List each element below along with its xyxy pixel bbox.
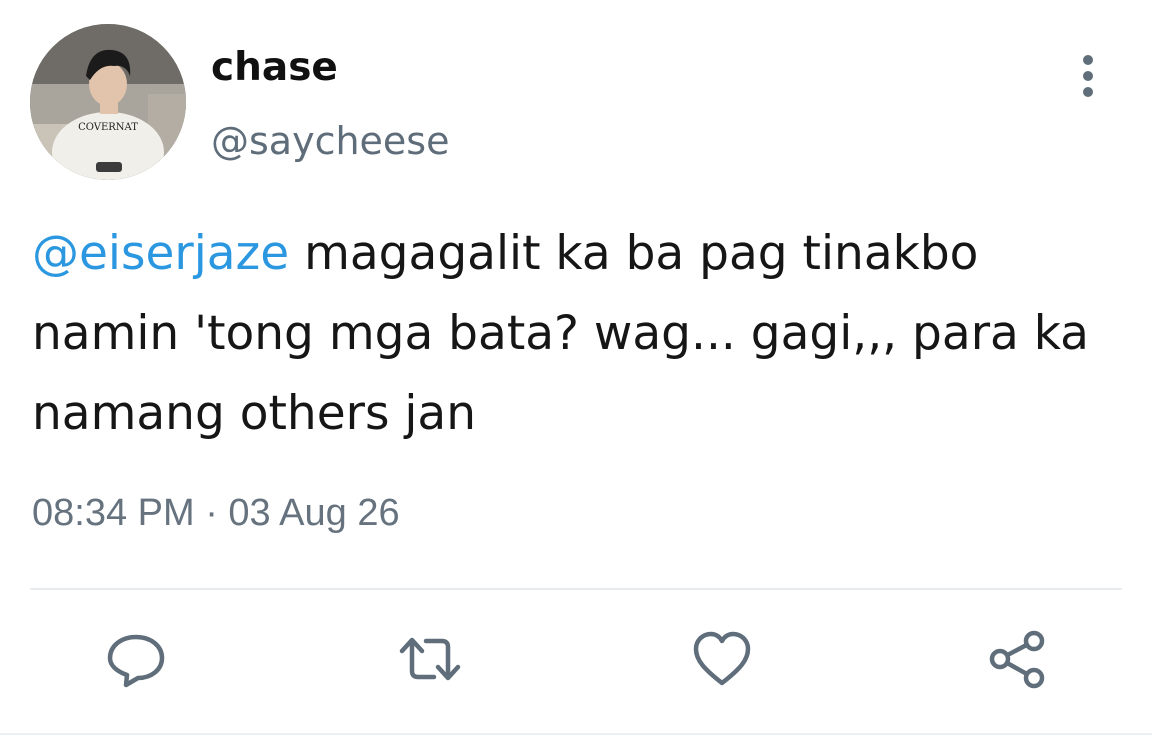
heart-icon xyxy=(693,631,751,686)
more-vertical-icon xyxy=(1083,55,1093,97)
tweet-text: @eiserjaze magagalit ka ba pag tinakbo n… xyxy=(32,214,1127,454)
avatar[interactable]: COVERNAT xyxy=(30,24,186,180)
reply-button[interactable] xyxy=(104,627,168,691)
retweet-icon xyxy=(399,637,461,681)
tweet-timestamp[interactable]: 08:34 PM · 03 Aug 26 xyxy=(32,488,400,538)
author-handle[interactable]: @saycheese xyxy=(211,116,449,166)
comment-icon xyxy=(107,634,165,688)
avatar-shirt-text: COVERNAT xyxy=(78,122,138,133)
retweet-button[interactable] xyxy=(398,627,462,691)
avatar-photo: COVERNAT xyxy=(30,24,186,180)
like-button[interactable] xyxy=(690,627,754,691)
share-icon xyxy=(989,630,1045,689)
author-display-name[interactable]: chase xyxy=(211,44,338,92)
divider xyxy=(30,588,1122,590)
share-button[interactable] xyxy=(986,627,1050,691)
mention-link[interactable]: @eiserjaze xyxy=(32,226,289,281)
bottom-divider xyxy=(0,733,1152,735)
more-options-button[interactable] xyxy=(1068,50,1108,102)
